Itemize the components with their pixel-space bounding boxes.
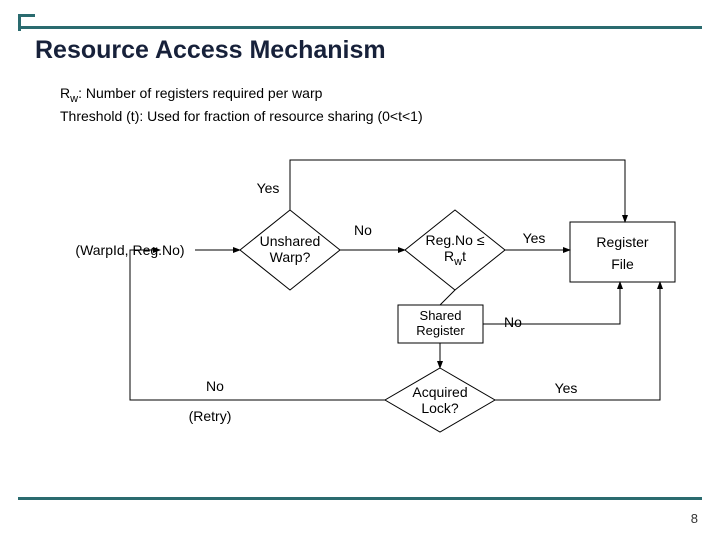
edge-yes-unshared: Yes (248, 180, 288, 196)
register-file-node: RegisterFile (570, 231, 675, 276)
input-node: (WarpId, Reg.No) (60, 242, 200, 258)
shared-register-node: Shared Register (398, 308, 483, 338)
unshared-warp-decision: Unshared Warp? (248, 233, 332, 265)
regno-decision: Reg.No ≤ Rwt (410, 232, 500, 268)
edge-no-acquired: No (200, 378, 230, 394)
page-number: 8 (691, 511, 698, 526)
edge-yes-acquired: Yes (548, 380, 584, 396)
edge-no-unshared: No (348, 222, 378, 238)
retry-node: (Retry) (170, 408, 250, 424)
edge-no-shared: No (498, 314, 528, 330)
edge-yes-regno: Yes (516, 230, 552, 246)
acquired-lock-decision: Acquired Lock? (392, 384, 488, 416)
